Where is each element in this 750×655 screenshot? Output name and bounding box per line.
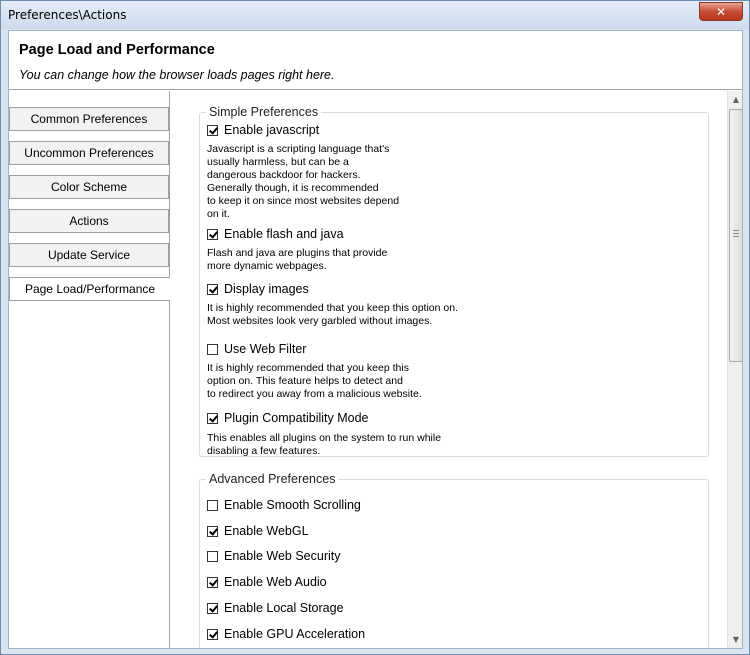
tab-uncommon-preferences[interactable]: Uncommon Preferences <box>9 141 169 165</box>
preferences-panel: Simple Preferences Enable javascript Jav… <box>171 91 742 648</box>
simple-preferences-legend: Simple Preferences <box>206 105 322 119</box>
checkbox-label: Display images <box>224 282 309 296</box>
title-bar[interactable]: Preferences\Actions ✕ <box>1 1 749 29</box>
tab-actions[interactable]: Actions <box>9 209 169 233</box>
enable-flash-java-checkbox[interactable]: Enable flash and java <box>207 226 344 242</box>
checkbox-label: Use Web Filter <box>224 342 307 356</box>
checkbox-icon <box>207 525 218 537</box>
arrow-down-icon: ▼ <box>732 635 740 644</box>
checkbox-icon <box>207 628 218 640</box>
display-images-description: It is highly recommended that you keep t… <box>207 302 458 327</box>
checkbox-label: Enable javascript <box>224 123 320 137</box>
checkbox-label: Enable Local Storage <box>224 601 344 615</box>
checkbox-label: Enable WebGL <box>224 524 309 538</box>
checkbox-icon <box>207 576 218 588</box>
tab-page-load-performance[interactable]: Page Load/Performance <box>9 277 170 301</box>
checkbox-icon <box>207 412 218 424</box>
grip-icon <box>733 230 739 237</box>
checkbox-icon <box>207 124 218 136</box>
checkbox-label: Enable GPU Acceleration <box>224 627 366 641</box>
local-storage-checkbox[interactable]: Enable Local Storage <box>207 600 344 616</box>
scroll-down-button[interactable]: ▼ <box>728 631 742 648</box>
web-audio-checkbox[interactable]: Enable Web Audio <box>207 574 327 590</box>
webgl-checkbox[interactable]: Enable WebGL <box>207 523 309 539</box>
window-title: Preferences\Actions <box>8 8 127 22</box>
enable-javascript-checkbox[interactable]: Enable javascript <box>207 122 319 138</box>
dialog-client-area: Page Load and Performance You can change… <box>8 30 743 649</box>
checkbox-icon <box>207 283 218 295</box>
page-title: Page Load and Performance <box>19 42 215 58</box>
web-filter-description: It is highly recommended that you keep t… <box>207 362 422 400</box>
checkbox-label: Enable flash and java <box>224 227 344 241</box>
checkbox-label: Enable Web Audio <box>224 575 327 589</box>
page-subtitle: You can change how the browser loads pag… <box>19 68 335 82</box>
web-security-checkbox[interactable]: Enable Web Security <box>207 548 341 564</box>
checkbox-icon <box>207 550 218 562</box>
checkbox-icon <box>207 499 218 511</box>
arrow-up-icon: ▲ <box>732 95 740 104</box>
close-button[interactable]: ✕ <box>699 2 743 21</box>
scrollbar-thumb[interactable] <box>729 109 742 362</box>
checkbox-icon <box>207 602 218 614</box>
plugin-compatibility-checkbox[interactable]: Plugin Compatibility Mode <box>207 410 369 426</box>
javascript-description: Javascript is a scripting language that'… <box>207 143 400 220</box>
page-header: Page Load and Performance You can change… <box>9 31 742 90</box>
flash-java-description: Flash and java are plugins that provide … <box>207 247 388 272</box>
tab-update-service[interactable]: Update Service <box>9 243 169 267</box>
display-images-checkbox[interactable]: Display images <box>207 281 309 297</box>
use-web-filter-checkbox[interactable]: Use Web Filter <box>207 341 306 357</box>
checkbox-icon <box>207 228 218 240</box>
checkbox-label: Enable Web Security <box>224 549 341 563</box>
vertical-scrollbar[interactable]: ▲ ▼ <box>727 91 742 648</box>
checkbox-label: Plugin Compatibility Mode <box>224 411 369 425</box>
gpu-acceleration-checkbox[interactable]: Enable GPU Acceleration <box>207 626 365 642</box>
plugin-compatibility-description: This enables all plugins on the system t… <box>207 432 442 457</box>
scroll-up-button[interactable]: ▲ <box>728 91 742 108</box>
checkbox-icon <box>207 343 218 355</box>
close-icon: ✕ <box>715 4 727 19</box>
tab-common-preferences[interactable]: Common Preferences <box>9 107 169 131</box>
preferences-window: Preferences\Actions ✕ Page Load and Perf… <box>0 0 750 655</box>
smooth-scrolling-checkbox[interactable]: Enable Smooth Scrolling <box>207 497 361 513</box>
category-tabs: Common Preferences Uncommon Preferences … <box>9 91 170 648</box>
checkbox-label: Enable Smooth Scrolling <box>224 498 361 512</box>
tab-color-scheme[interactable]: Color Scheme <box>9 175 169 199</box>
advanced-preferences-legend: Advanced Preferences <box>206 472 339 486</box>
